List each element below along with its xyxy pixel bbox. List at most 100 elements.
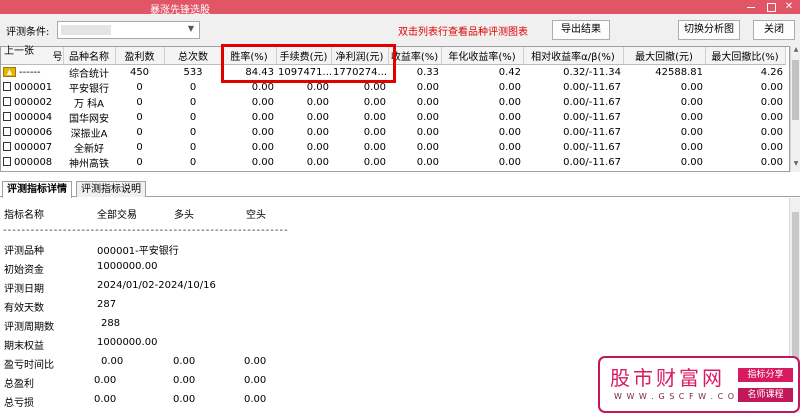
cell-mddp: 0.00 — [760, 141, 783, 153]
checkbox-icon[interactable] — [3, 112, 11, 121]
col-header-max-drawdown-ratio[interactable]: 最大回撤比(%) — [705, 47, 786, 65]
cell-return: 0.00 — [416, 96, 439, 108]
cell-mdd: 0.00 — [680, 156, 703, 168]
chevron-down-icon[interactable]: ▼ — [185, 24, 197, 36]
col-header-total-count[interactable]: 总次数 — [164, 47, 223, 65]
cell-profit: 0 — [136, 96, 143, 108]
cell-return: 0.00 — [416, 126, 439, 138]
scroll-up-icon[interactable]: ▲ — [791, 46, 800, 58]
detail-label: 期末权益 — [4, 341, 44, 352]
cell-code: 000008 — [1, 155, 63, 170]
close-window-icon[interactable]: ✕ — [780, 0, 798, 14]
detail-value-long: 0.00 — [173, 356, 196, 367]
detail-label: 总亏损 — [4, 398, 34, 409]
detail-header-name: 指标名称 — [4, 210, 44, 221]
cell-profit: 0 — [136, 141, 143, 153]
detail-value: 288 — [101, 318, 121, 329]
watermark-url: W W W . G S C F W . C O M — [614, 392, 747, 401]
col-header-name[interactable]: 品种名称 — [63, 47, 116, 65]
cell-mddp: 0.00 — [760, 111, 783, 123]
prev-link[interactable]: 上一张 — [4, 42, 34, 57]
cell-return: 0.00 — [416, 111, 439, 123]
checkbox-icon[interactable] — [3, 97, 11, 106]
detail-header-all: 全部交易 — [97, 210, 137, 221]
cell-mddp: 0.00 — [760, 156, 783, 168]
col-header-relative-return[interactable]: 相对收益率α/β(%) — [523, 47, 624, 65]
cell-net: 0.00 — [363, 111, 386, 123]
detail-value-all: 0.00 — [94, 375, 117, 386]
cell-annual: 0.00 — [498, 141, 521, 153]
cell-relative: 0.00/-11.67 — [563, 96, 621, 108]
detail-divider: ----------------------------------------… — [3, 225, 289, 236]
cell-win: 0.00 — [251, 111, 274, 123]
detail-value-long: 0.00 — [173, 375, 196, 386]
tab-metric-description[interactable]: 评测指标说明 — [76, 181, 146, 197]
detail-value-all: 0.00 — [101, 356, 124, 367]
minimize-icon[interactable] — [742, 0, 760, 14]
cell-fee: 0.00 — [306, 156, 329, 168]
scroll-down-icon[interactable]: ▼ — [791, 160, 800, 172]
col-header-annual-return[interactable]: 年化收益率(%) — [441, 47, 524, 65]
detail-label: 总盈利 — [4, 379, 34, 390]
checkbox-icon[interactable] — [3, 127, 11, 136]
watermark-logo: 股市财富网 W W W . G S C F W . C O M 指标分享 名师课… — [598, 356, 800, 413]
cell-name: 深振业A — [70, 128, 108, 140]
table-row[interactable]: 000007 全新好 0 0 0.00 0.00 0.00 0.00 0.00 … — [1, 140, 785, 155]
detail-value: 000001-平安银行 — [97, 246, 179, 257]
scroll-thumb[interactable] — [792, 60, 799, 120]
detail-header-short: 空头 — [246, 210, 266, 221]
cell-mdd: 42588.81 — [655, 66, 703, 78]
export-results-button[interactable]: 导出结果 — [552, 20, 610, 40]
cell-fee: 0.00 — [306, 126, 329, 138]
cell-relative: 0.00/-11.67 — [563, 126, 621, 138]
cell-code: 000004 — [1, 110, 63, 125]
col-header-max-drawdown[interactable]: 最大回撤(元) — [623, 47, 706, 65]
cell-code: 000002 — [1, 95, 63, 110]
detail-label: 评测日期 — [4, 284, 44, 295]
cell-mdd: 0.00 — [680, 126, 703, 138]
checkbox-icon[interactable] — [3, 157, 11, 166]
cell-mdd: 0.00 — [680, 111, 703, 123]
cell-count: 0 — [189, 81, 197, 93]
checkbox-icon[interactable] — [3, 82, 11, 91]
close-button[interactable]: 关闭 — [753, 20, 795, 40]
cell-annual: 0.00 — [498, 156, 521, 168]
table-row[interactable]: 000006 深振业A 0 0 0.00 0.00 0.00 0.00 0.00… — [1, 125, 785, 140]
toolbar: 评测条件: ▼ 双击列表行查看品种评测图表 导出结果 切换分析图 关闭 — [0, 14, 800, 46]
table-row[interactable]: 000004 国华网安 0 0 0.00 0.00 0.00 0.00 0.00… — [1, 110, 785, 125]
cell-mdd: 0.00 — [680, 96, 703, 108]
cell-relative: 0.32/-11.34 — [563, 66, 621, 78]
cell-annual: 0.00 — [498, 81, 521, 93]
switch-chart-button[interactable]: 切换分析图 — [678, 20, 740, 40]
cell-name: 神州高铁 — [69, 158, 109, 170]
cell-relative: 0.00/-11.67 — [563, 156, 621, 168]
cell-mddp: 4.26 — [760, 66, 783, 78]
cell-net: 0.00 — [363, 96, 386, 108]
table-row[interactable]: 000008 神州高铁 0 0 0.00 0.00 0.00 0.00 0.00… — [1, 155, 785, 170]
cell-return: 0.00 — [416, 156, 439, 168]
cell-profit: 0 — [136, 81, 143, 93]
cell-name: 综合统计 — [69, 68, 109, 80]
cell-fee: 0.00 — [306, 96, 329, 108]
detail-value: 1000000.00 — [97, 337, 158, 348]
maximize-icon[interactable] — [762, 0, 780, 14]
cell-name: 全新好 — [74, 143, 104, 155]
detail-value: 1000000.00 — [97, 261, 158, 272]
cell-relative: 0.00/-11.67 — [563, 141, 621, 153]
cell-count: 0 — [189, 156, 197, 168]
cell-code: 000001 — [1, 80, 63, 95]
tab-metric-details[interactable]: 评测指标详情 — [2, 181, 72, 198]
cell-mdd: 0.00 — [680, 141, 703, 153]
cell-win: 0.00 — [251, 156, 274, 168]
grid-scrollbar[interactable]: ▲ ▼ — [790, 46, 800, 172]
cell-annual: 0.00 — [498, 126, 521, 138]
cell-count: 533 — [183, 66, 203, 78]
cell-mddp: 0.00 — [760, 96, 783, 108]
cell-count: 0 — [189, 111, 197, 123]
table-row[interactable]: 000002 万 科A 0 0 0.00 0.00 0.00 0.00 0.00… — [1, 95, 785, 110]
col-header-profit-count[interactable]: 盈利数 — [115, 47, 165, 65]
checkbox-icon[interactable] — [3, 142, 11, 151]
cell-relative: 0.00/-11.67 — [563, 81, 621, 93]
condition-select[interactable]: ▼ — [57, 21, 200, 39]
detail-value: 2024/01/02-2024/10/16 — [97, 280, 216, 291]
